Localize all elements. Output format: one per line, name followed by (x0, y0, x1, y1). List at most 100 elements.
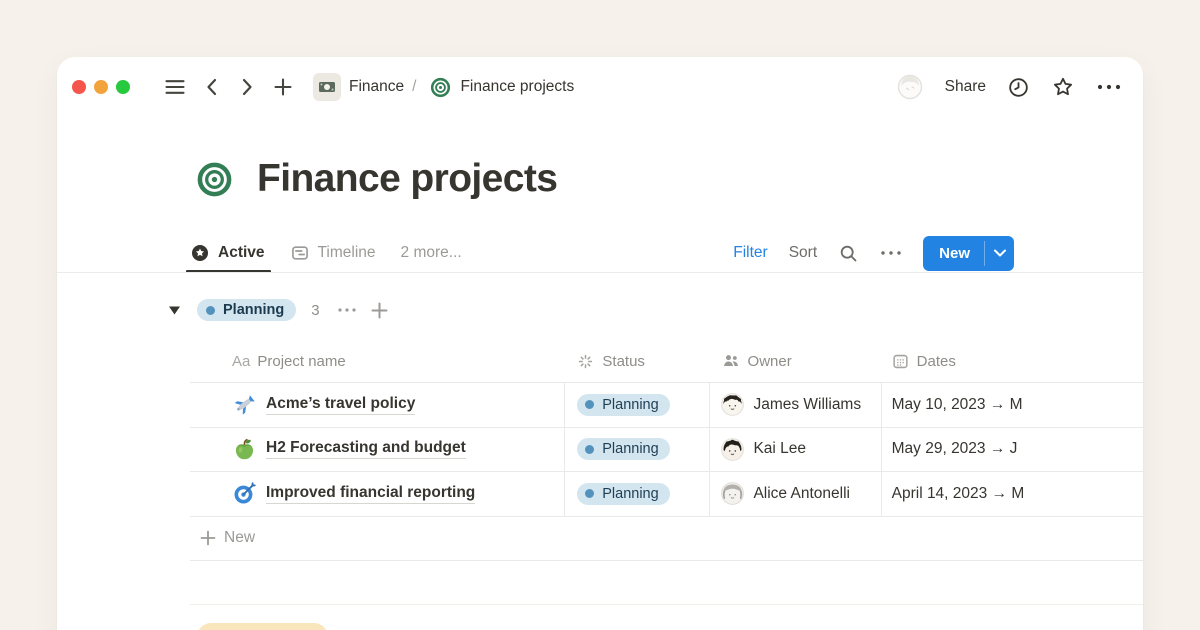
column-label-project-name: Project name (257, 353, 345, 370)
next-group-pill[interactable] (197, 623, 328, 630)
people-property-icon (721, 351, 741, 371)
add-new-row-label: New (224, 529, 255, 547)
calendar-property-icon (891, 352, 910, 371)
tab-active[interactable]: Active (190, 235, 265, 271)
tab-timeline-label: Timeline (318, 244, 376, 262)
status-dot (585, 489, 594, 498)
status-label: Planning (602, 486, 658, 502)
more-options-icon[interactable] (1096, 82, 1122, 92)
group-name: Planning (223, 302, 284, 318)
status-label: Planning (602, 441, 658, 457)
group-status-pill[interactable]: Planning (197, 299, 296, 321)
clock-updates-icon[interactable] (1007, 76, 1030, 99)
owner-cell[interactable]: James Williams (709, 383, 880, 427)
owner-cell[interactable]: Kai Lee (709, 428, 880, 472)
filter-button[interactable]: Filter (733, 244, 767, 262)
dates-value: May 29, 2023 → J (892, 440, 1018, 458)
share-button[interactable]: Share (945, 78, 986, 96)
table-row[interactable]: Improved financial reporting Planning (190, 472, 1143, 517)
favorite-star-icon[interactable] (1051, 75, 1075, 99)
collapse-triangle-icon[interactable] (168, 305, 181, 316)
close-window-button[interactable] (72, 80, 86, 94)
project-name[interactable]: H2 Forecasting and budget (266, 439, 466, 459)
new-button-label[interactable]: New (923, 236, 984, 271)
column-label-status: Status (602, 353, 645, 370)
column-header-project-name[interactable]: Aa Project name (190, 353, 564, 370)
project-name-cell[interactable]: H2 Forecasting and budget (190, 428, 564, 472)
tabs-divider (57, 272, 1143, 273)
owner-name: James Williams (753, 396, 861, 414)
add-new-row-button[interactable]: New (190, 517, 1143, 561)
group-header-planning: Planning 3 (168, 299, 388, 321)
green-apple-icon (232, 437, 257, 462)
status-cell[interactable]: Planning (564, 383, 709, 427)
owner-name: Kai Lee (753, 440, 806, 458)
status-property-icon (576, 352, 595, 371)
sidebar-menu-icon[interactable] (163, 75, 187, 99)
table-header-row: Aa Project name Status (190, 340, 1143, 383)
owner-name: Alice Antonelli (753, 485, 850, 503)
sort-button[interactable]: Sort (789, 244, 817, 262)
new-page-icon[interactable] (272, 76, 294, 98)
tab-more-label: 2 more... (401, 244, 462, 262)
zoom-window-button[interactable] (116, 80, 130, 94)
status-cell[interactable]: Planning (564, 472, 709, 516)
page-target-icon (196, 161, 233, 198)
breadcrumb-page-title: Finance projects (460, 78, 574, 96)
plus-icon (200, 530, 216, 546)
column-header-dates[interactable]: Dates (881, 352, 1143, 371)
owner-cell[interactable]: Alice Antonelli (709, 472, 880, 516)
tab-more[interactable]: 2 more... (401, 235, 462, 271)
avatar-james-williams (721, 393, 744, 416)
column-label-dates: Dates (917, 353, 956, 370)
view-controls-row: Active Timeline 2 more... Filter Sort (190, 235, 1143, 271)
tab-timeline[interactable]: Timeline (290, 235, 376, 271)
column-label-owner: Owner (748, 353, 792, 370)
starred-view-icon (190, 243, 210, 263)
page-header: Finance projects (196, 157, 557, 201)
search-icon[interactable] (838, 243, 859, 264)
back-icon[interactable] (202, 76, 222, 98)
projects-table: Aa Project name Status (190, 340, 1143, 561)
project-name-cell[interactable]: Improved financial reporting (190, 472, 564, 516)
dates-value: April 14, 2023 → M (892, 485, 1025, 503)
airplane-icon (232, 392, 257, 417)
avatar-alice-antonelli (721, 482, 744, 505)
new-dropdown-chevron-icon[interactable] (985, 236, 1014, 271)
project-name-cell[interactable]: Acme’s travel policy (190, 383, 564, 427)
timeline-view-icon (290, 243, 310, 263)
group-add-icon[interactable] (371, 302, 388, 319)
top-toolbar: Finance / Finance projects (57, 69, 1143, 105)
new-button[interactable]: New (923, 236, 1014, 271)
status-dot (206, 306, 215, 315)
column-header-owner[interactable]: Owner (710, 351, 881, 371)
view-options-icon[interactable] (880, 249, 902, 257)
group-count: 3 (311, 302, 319, 319)
project-name[interactable]: Improved financial reporting (266, 484, 475, 504)
breadcrumb-workspace[interactable]: Finance (349, 78, 404, 96)
table-row[interactable]: H2 Forecasting and budget Planning (190, 428, 1143, 473)
breadcrumb: Finance / Finance projects (313, 73, 574, 101)
dates-cell[interactable]: April 14, 2023 → M (881, 472, 1143, 516)
section-divider (190, 604, 1143, 605)
text-property-icon: Aa (232, 353, 250, 370)
status-cell[interactable]: Planning (564, 428, 709, 472)
dart-target-icon (232, 481, 257, 506)
status-dot (585, 400, 594, 409)
column-header-status[interactable]: Status (564, 352, 709, 371)
table-row[interactable]: Acme’s travel policy Planning (190, 383, 1143, 428)
forward-icon[interactable] (237, 76, 257, 98)
page-title[interactable]: Finance projects (257, 157, 557, 201)
group-options-icon[interactable] (337, 306, 357, 314)
dates-cell[interactable]: May 10, 2023 → M (881, 383, 1143, 427)
breadcrumb-current-page[interactable]: Finance projects (430, 77, 574, 98)
target-icon (430, 77, 451, 98)
status-label: Planning (602, 397, 658, 413)
window-controls (72, 80, 130, 94)
avatar-kai-lee (721, 438, 744, 461)
dates-cell[interactable]: May 29, 2023 → J (881, 428, 1143, 472)
minimize-window-button[interactable] (94, 80, 108, 94)
finance-workspace-icon[interactable] (313, 73, 341, 101)
status-dot (585, 445, 594, 454)
project-name[interactable]: Acme’s travel policy (266, 395, 415, 415)
